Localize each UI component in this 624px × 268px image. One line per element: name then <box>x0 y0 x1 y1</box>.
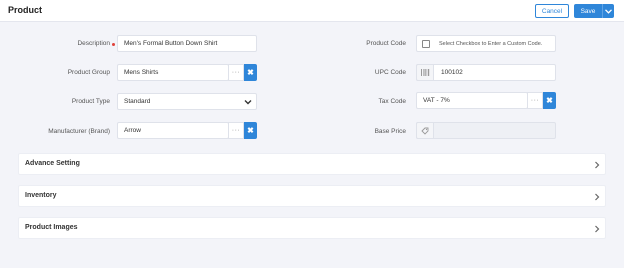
tax-code-lookup-button[interactable]: ··· <box>527 92 543 109</box>
tax-code-label: Tax Code <box>378 98 406 105</box>
save-button[interactable]: Save <box>574 4 614 18</box>
manufacturer-clear-button[interactable]: ✖ <box>244 122 257 139</box>
panel-title: Product Images <box>25 224 78 231</box>
cancel-button[interactable]: Cancel <box>535 4 569 18</box>
save-options-dropdown[interactable] <box>603 8 614 14</box>
manufacturer-lookup-button[interactable]: ··· <box>228 122 244 139</box>
product-group-field[interactable]: Mens Shirts <box>117 64 229 81</box>
product-group-label: Product Group <box>67 69 110 76</box>
product-type-value: Standard <box>124 98 151 105</box>
base-price-field[interactable] <box>416 122 556 139</box>
save-button-label[interactable]: Save <box>574 8 602 15</box>
product-type-select[interactable]: Standard <box>117 93 257 110</box>
product-type-label: Product Type <box>71 98 110 105</box>
panel-title: Inventory <box>25 192 57 199</box>
panel-title: Advance Setting <box>25 160 80 167</box>
panel-inventory[interactable]: Inventory <box>18 185 606 207</box>
chevron-right-icon <box>595 193 600 201</box>
description-field[interactable]: Men's Formal Button Down Shirt <box>117 35 257 52</box>
custom-code-checkbox[interactable] <box>422 40 430 48</box>
manufacturer-field[interactable]: Arrow <box>117 122 229 139</box>
tag-icon <box>421 127 429 135</box>
required-indicator <box>112 43 115 46</box>
chevron-right-icon <box>595 161 600 169</box>
tax-code-clear-button[interactable]: ✖ <box>543 92 556 109</box>
base-price-label: Base Price <box>374 128 406 135</box>
manufacturer-label: Manufacturer (Brand) <box>48 128 110 135</box>
barcode-icon <box>420 69 429 76</box>
chevron-right-icon <box>595 225 600 233</box>
product-code-field: Select Checkbox to Enter a Custom Code. <box>416 35 556 52</box>
upc-code-label: UPC Code <box>374 69 406 76</box>
tag-addon <box>416 122 434 139</box>
product-code-label: Product Code <box>366 40 406 47</box>
tax-code-field[interactable]: VAT - 7% <box>416 92 528 109</box>
chevron-down-icon <box>605 8 612 14</box>
panel-product-images[interactable]: Product Images <box>18 217 606 239</box>
panel-advance-setting[interactable]: Advance Setting <box>18 153 606 175</box>
page-title: Product <box>8 5 43 15</box>
description-label: Description <box>77 40 110 47</box>
barcode-addon <box>416 64 434 81</box>
chevron-down-icon <box>244 100 252 105</box>
product-group-clear-button[interactable]: ✖ <box>244 64 257 81</box>
top-bar: Product Cancel Save <box>0 0 624 22</box>
upc-code-field[interactable]: 100102 <box>416 64 556 81</box>
product-group-lookup-button[interactable]: ··· <box>228 64 244 81</box>
